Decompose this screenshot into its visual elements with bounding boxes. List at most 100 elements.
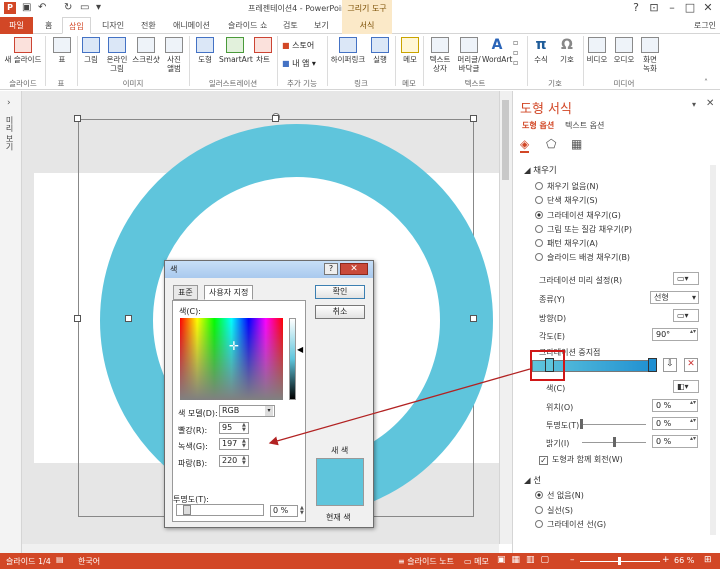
screen-recording-button[interactable]: 화면 녹화	[638, 37, 662, 73]
fill-option-none[interactable]: 채우기 없음(N)	[535, 181, 599, 192]
color-dropdown[interactable]: ◧▾	[673, 380, 699, 393]
pane-options-icon[interactable]: ▾	[692, 100, 696, 109]
fill-option-gradient[interactable]: 그라데이션 채우기(G)	[535, 210, 621, 221]
tab-review[interactable]: 검토	[277, 17, 304, 34]
tab-insert[interactable]: 삽입	[62, 17, 91, 34]
collapse-ribbon-icon[interactable]: ˄	[704, 78, 708, 87]
redo-icon[interactable]: ↻	[64, 2, 72, 13]
new-slide-button[interactable]: 새 슬라이드	[4, 37, 42, 64]
ribbon-display-icon[interactable]: ⊡	[644, 1, 664, 14]
video-button[interactable]: 비디오	[584, 37, 610, 64]
shapes-button[interactable]: 도형	[193, 37, 217, 64]
tab-design[interactable]: 디자인	[96, 17, 130, 34]
wordart-button[interactable]: A WordArt	[482, 37, 512, 64]
luminance-pointer-icon[interactable]: ◀	[297, 345, 303, 354]
close-icon[interactable]: ✕	[698, 1, 718, 14]
rotate-with-shape-checkbox[interactable]: ✓ 도형과 함께 회전(W)	[539, 454, 623, 465]
close-pane-icon[interactable]: ✕	[706, 98, 714, 109]
line-option-solid[interactable]: 실선(S)	[535, 505, 573, 516]
spellcheck-icon[interactable]: ▤	[56, 555, 64, 564]
add-stop-icon[interactable]: ⇩	[663, 358, 677, 372]
green-spinner-icon[interactable]: ▲ ▼	[242, 439, 246, 449]
resize-handle[interactable]	[470, 315, 477, 322]
type-dropdown[interactable]: 선형 ▾	[650, 291, 699, 304]
fill-option-pattern[interactable]: 패턴 채우기(A)	[535, 238, 598, 249]
red-spinner-icon[interactable]: ▲ ▼	[242, 423, 246, 433]
fill-option-background[interactable]: 슬라이드 배경 채우기(B)	[535, 252, 630, 263]
zoom-out-icon[interactable]: –	[570, 555, 575, 565]
thumbnails-label[interactable]: 미리 보기	[4, 116, 15, 151]
horizontal-scrollbar[interactable]	[22, 544, 499, 553]
direction-dropdown[interactable]: ▭▾	[673, 309, 699, 322]
preset-gradient-dropdown[interactable]: ▭▾	[673, 272, 699, 285]
tab-view[interactable]: 보기	[308, 17, 335, 34]
effects-icon[interactable]: ⬠	[546, 137, 556, 151]
login-link[interactable]: 로그인	[694, 17, 716, 34]
zoom-level[interactable]: 66 %	[674, 556, 694, 565]
save-icon[interactable]: ▣	[22, 2, 31, 13]
hyperlink-button[interactable]: 하이퍼링크	[329, 37, 367, 64]
tab-text-options[interactable]: 텍스트 옵션	[565, 120, 604, 131]
help-icon[interactable]: ?	[626, 1, 646, 14]
slider-thumb[interactable]	[580, 419, 583, 429]
crosshair-icon[interactable]: ✛	[229, 339, 239, 353]
tab-shape-options[interactable]: 도형 옵션	[522, 120, 554, 131]
pane-scrollbar[interactable]	[710, 165, 716, 535]
cancel-button[interactable]: 취소	[315, 305, 365, 319]
store-button[interactable]: ■ 스토어	[282, 40, 314, 51]
line-option-gradient[interactable]: 그라데이션 선(G)	[535, 519, 606, 530]
resize-handle[interactable]	[470, 115, 477, 122]
comment-button[interactable]: 메모	[400, 37, 420, 64]
minimize-icon[interactable]: –	[662, 1, 682, 14]
color-model-select[interactable]: RGB ▾	[219, 405, 275, 417]
size-properties-icon[interactable]: ▦	[571, 137, 582, 151]
tab-animations[interactable]: 애니메이션	[167, 17, 216, 34]
screenshot-button[interactable]: 스크린샷	[131, 37, 161, 64]
fill-option-solid[interactable]: 단색 채우기(S)	[535, 195, 598, 206]
resize-handle[interactable]	[272, 115, 279, 122]
equation-button[interactable]: π 수식	[530, 37, 552, 64]
blue-spinner-icon[interactable]: ▲ ▼	[242, 456, 246, 466]
picture-button[interactable]: 그림	[80, 37, 102, 64]
fill-section-header[interactable]: ◢ 채우기	[524, 164, 557, 176]
fill-option-picture[interactable]: 그림 또는 질감 채우기(P)	[535, 224, 632, 235]
header-footer-button[interactable]: 머리글/바닥글	[454, 37, 484, 73]
transparency-input[interactable]: 0 %	[652, 417, 698, 430]
tab-slideshow[interactable]: 슬라이드 쇼	[222, 17, 273, 34]
audio-button[interactable]: 오디오	[611, 37, 637, 64]
scrollbar-thumb[interactable]	[502, 100, 509, 180]
zoom-in-icon[interactable]: +	[662, 555, 670, 565]
slider-thumb[interactable]	[183, 505, 191, 515]
line-option-none[interactable]: 선 없음(N)	[535, 490, 584, 501]
gradient-stop-handle[interactable]	[648, 358, 657, 372]
qat-customize-icon[interactable]: ▾	[96, 2, 101, 13]
luminance-bar[interactable]	[289, 318, 296, 400]
my-apps-button[interactable]: ■ 내 앱 ▾	[282, 58, 316, 69]
view-buttons[interactable]: ▣▦▥▢	[497, 555, 555, 565]
help-icon[interactable]: ?	[324, 263, 338, 275]
tab-custom[interactable]: 사용자 지정	[204, 285, 254, 300]
adjust-handle[interactable]	[125, 315, 132, 322]
smartart-button[interactable]: SmartArt	[219, 37, 253, 64]
language-status[interactable]: 한국어	[78, 556, 100, 567]
notes-button[interactable]: ≡ 슬라이드 노트	[398, 556, 454, 567]
slider-thumb[interactable]	[613, 437, 616, 447]
tab-transitions[interactable]: 전환	[135, 17, 162, 34]
online-picture-button[interactable]: 온라인 그림	[104, 37, 130, 73]
tab-format[interactable]: 서식	[342, 17, 392, 34]
comments-button[interactable]: ▭ 메모	[464, 556, 489, 567]
transparency-spinner-icon[interactable]: ▲ ▼	[300, 506, 304, 516]
tab-standard[interactable]: 표준	[173, 285, 198, 300]
textbox-button[interactable]: 텍스트 상자	[427, 37, 453, 73]
undo-icon[interactable]: ↶	[38, 2, 46, 13]
table-button[interactable]: 표	[50, 37, 74, 64]
brightness-input[interactable]: 0 %	[652, 435, 698, 448]
action-button[interactable]: 실행	[369, 37, 391, 64]
remove-stop-icon[interactable]: ✕	[684, 358, 698, 372]
fit-slide-icon[interactable]: ⊞	[704, 555, 712, 565]
position-input[interactable]: 0 %	[652, 399, 698, 412]
tab-file[interactable]: 파일	[0, 17, 33, 34]
angle-input[interactable]: 90°	[652, 328, 698, 341]
zoom-slider-thumb[interactable]	[618, 557, 621, 565]
line-section-header[interactable]: ◢ 선	[524, 474, 541, 486]
